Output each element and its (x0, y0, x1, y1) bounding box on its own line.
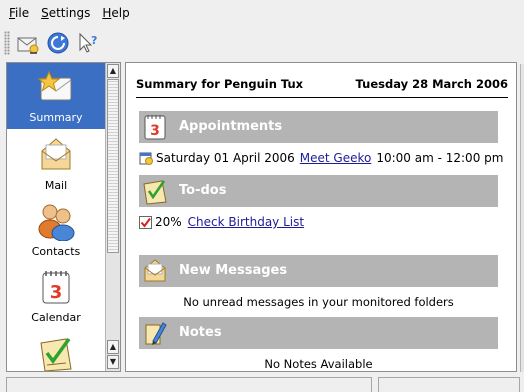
whats-this-button[interactable]: ? (76, 31, 100, 55)
scroll-up-arrow-icon[interactable]: ▲ (107, 340, 119, 354)
appointment-link[interactable]: Meet Geeko (300, 151, 372, 165)
toolbar: ? (0, 26, 524, 60)
contacts-icon (38, 204, 75, 241)
calendar-icon: 3 (42, 271, 70, 304)
notes-heading: Notes (179, 325, 222, 340)
svg-text:3: 3 (50, 282, 63, 303)
sidebar-item-summary[interactable]: Summary (7, 63, 105, 129)
status-info-cell (378, 377, 520, 392)
sidebar-item-label: Contacts (31, 245, 81, 258)
appointments-heading: Appointments (179, 119, 283, 134)
sync-button[interactable] (46, 31, 70, 55)
todo-check-icon (139, 215, 152, 229)
summary-icon (37, 70, 72, 101)
mail-icon (41, 138, 71, 170)
notes-empty-text: No Notes Available (264, 357, 373, 371)
header-divider (136, 97, 508, 98)
summary-pane: Summary for Penguin Tux Tuesday 28 March… (125, 62, 517, 372)
todo-row: 20% Check Birthday List (139, 215, 304, 229)
menu-bar: File Settings Help (0, 0, 524, 26)
sidebar-item-label: Calendar (31, 311, 81, 324)
messages-header-bar: New Messages (139, 255, 498, 287)
sidebar-item-todo[interactable] (7, 329, 105, 371)
appointment-date: Saturday 01 April 2006 (156, 151, 295, 165)
menu-settings[interactable]: Settings (35, 3, 96, 23)
svg-text:?: ? (91, 34, 97, 47)
sidebar-scroll-thumb[interactable] (107, 79, 119, 253)
new-mail-icon (17, 37, 39, 54)
notes-header-bar: Notes (139, 317, 498, 349)
summary-date: Tuesday 28 March 2006 (355, 77, 508, 91)
navigator-list: Summary Mail Contacts 3 Calendar (7, 63, 105, 371)
appointments-header-bar: 3 Appointments (139, 111, 498, 143)
todo-link[interactable]: Check Birthday List (188, 215, 304, 229)
sidebar-item-calendar[interactable]: 3 Calendar (7, 263, 105, 329)
svg-text:3: 3 (150, 123, 160, 139)
summary-title: Summary for Penguin Tux (136, 77, 304, 91)
mail-icon (144, 259, 166, 282)
scroll-up-arrow-icon[interactable]: ▲ (107, 64, 119, 78)
new-mail-button[interactable] (16, 31, 40, 55)
todos-heading: To-dos (179, 183, 227, 198)
navigator-sidebar: Summary Mail Contacts 3 Calendar ▲ ▲ ▼ (6, 62, 121, 372)
sidebar-item-label: Summary (29, 111, 83, 124)
notes-icon (145, 322, 167, 345)
messages-empty-text: No unread messages in your monitored fol… (183, 295, 454, 309)
sidebar-item-mail[interactable]: Mail (7, 131, 105, 197)
toolbar-grip[interactable] (4, 31, 10, 55)
messages-heading: New Messages (179, 263, 288, 278)
todo-icon (143, 180, 167, 205)
calendar-icon: 3 (144, 115, 166, 140)
whats-this-icon: ? (79, 32, 97, 53)
todo-percent: 20% (155, 215, 182, 229)
sidebar-item-contacts[interactable]: Contacts (7, 197, 105, 263)
menu-help[interactable]: Help (96, 3, 135, 23)
status-message-cell (6, 377, 372, 392)
appointment-row: Saturday 01 April 2006 Meet Geeko 10:00 … (139, 151, 503, 165)
todo-icon (40, 337, 72, 371)
scroll-down-arrow-icon[interactable]: ▼ (107, 355, 119, 369)
summary-scrollbar[interactable] (520, 64, 524, 372)
todos-header-bar: To-dos (139, 175, 498, 207)
summary-header: Summary for Penguin Tux Tuesday 28 March… (136, 77, 508, 91)
status-bar (0, 376, 524, 392)
sidebar-item-label: Mail (44, 179, 68, 192)
appointment-time: 10:00 am - 12:00 pm (376, 151, 504, 165)
sidebar-scrollbar[interactable]: ▲ ▲ ▼ (105, 63, 120, 371)
sync-icon (47, 32, 69, 54)
menu-file[interactable]: File (3, 3, 35, 23)
appointment-icon (139, 152, 153, 165)
